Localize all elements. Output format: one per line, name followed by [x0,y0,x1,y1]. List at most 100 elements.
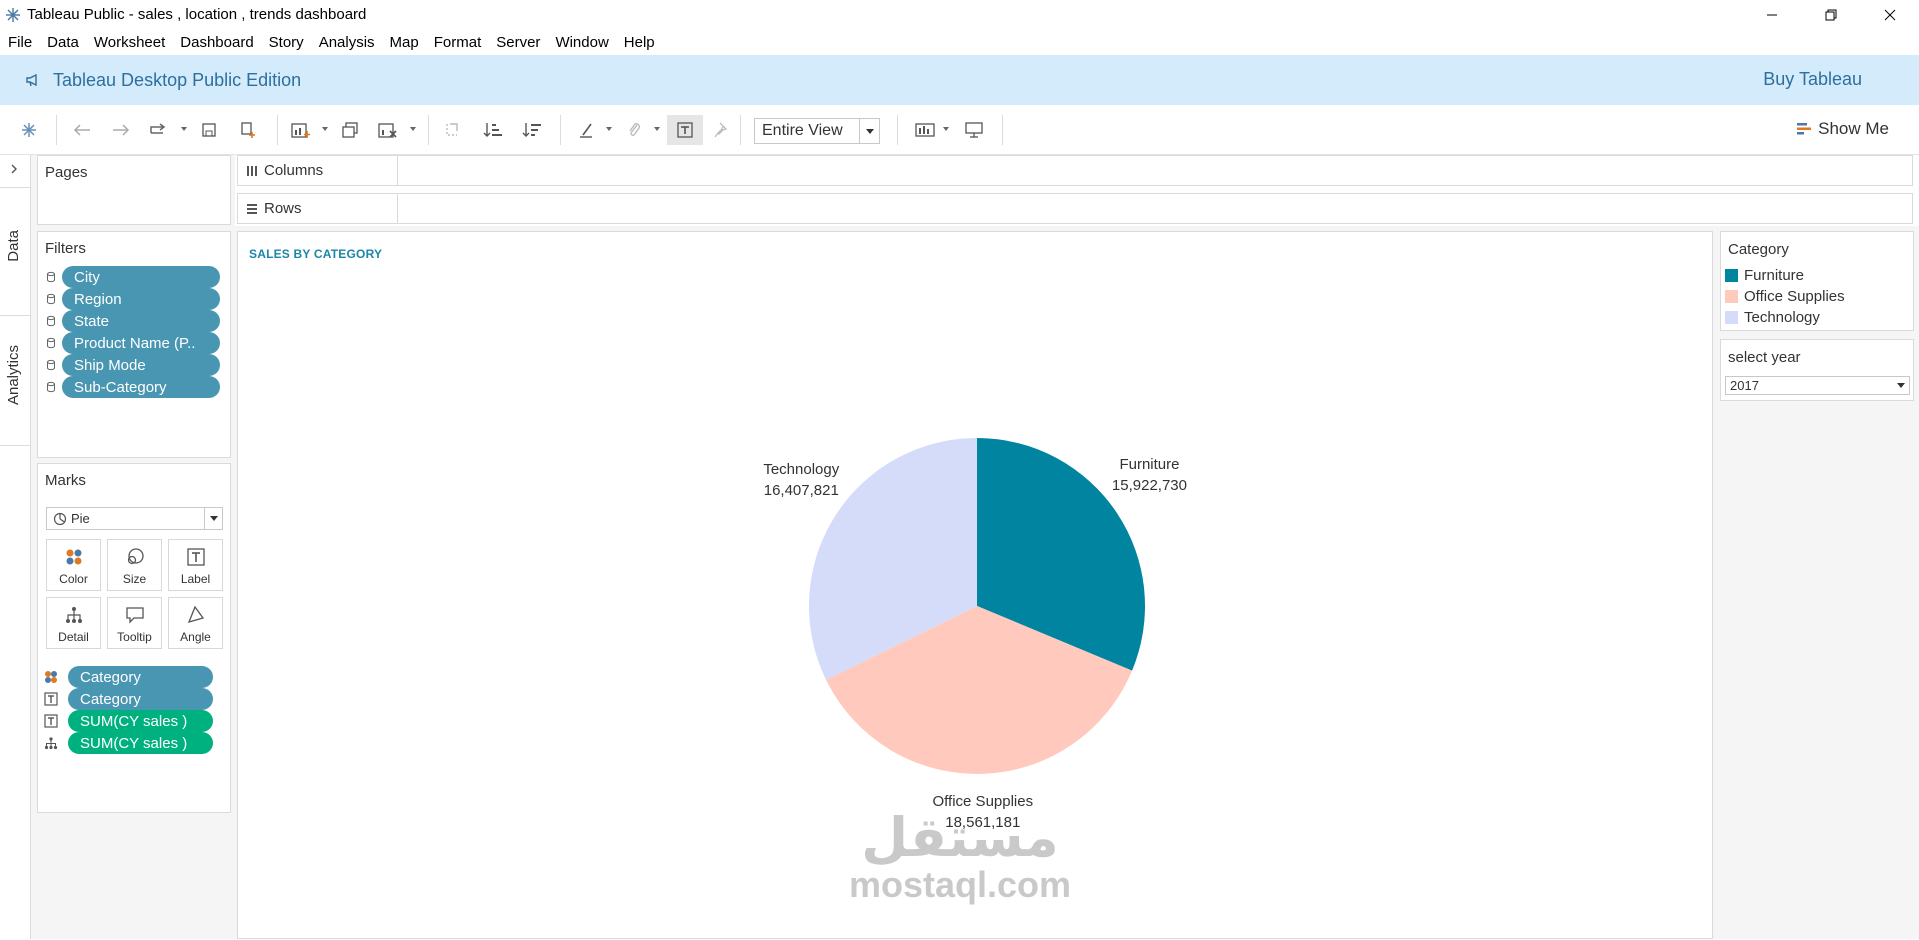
restore-icon [1825,9,1836,20]
label-label: Label [180,572,211,586]
color-button[interactable]: Color [46,539,101,591]
show-mark-labels-button[interactable] [667,115,703,145]
legend-label: Office Supplies [1744,288,1845,305]
legend-item[interactable]: Technology [1725,309,1820,326]
pages-title: Pages [45,164,88,181]
show-cards-button[interactable] [912,118,938,142]
redo-arrow-icon [150,123,166,134]
filter-pill[interactable]: Region [62,288,220,310]
columns-shelf[interactable]: Columns [237,155,1913,186]
filter-pill[interactable]: Product Name (P.. [62,332,220,354]
toolbar: Entire View Show Me [0,105,1919,155]
filter-pill[interactable]: State [62,310,220,332]
size-icon [127,548,144,565]
pie-icon [53,512,67,525]
menu-worksheet[interactable]: Worksheet [94,34,165,51]
tooltip-label: Tooltip [117,630,152,644]
mark-type-select[interactable]: Pie [46,507,223,530]
new-data-source-button[interactable] [236,118,260,142]
duplicate-sheet-button[interactable] [338,118,362,142]
new-worksheet-icon [291,123,310,138]
restore-button[interactable] [1801,0,1860,29]
tableau-home-button[interactable] [17,118,41,142]
fit-select[interactable]: Entire View [754,118,880,144]
filter-pill[interactable]: City [62,266,220,288]
menu-data[interactable]: Data [47,34,79,51]
presentation-mode-button[interactable] [961,118,987,142]
marks-field-pill[interactable]: SUM(CY sales ) [68,732,213,754]
marks-field-pill[interactable]: SUM(CY sales ) [68,710,213,732]
group-members-button[interactable] [622,118,646,142]
menu-server[interactable]: Server [496,34,540,51]
rows-icon [247,203,257,214]
pin-icon [714,122,728,138]
buy-tableau-link[interactable]: Buy Tableau [1763,69,1862,90]
legend-item[interactable]: Office Supplies [1725,288,1845,305]
size-label: Size [122,572,147,586]
sort-ascending-button[interactable] [481,118,505,142]
filters-title: Filters [45,240,86,257]
arrow-left-icon [73,124,90,136]
menu-format[interactable]: Format [434,34,482,51]
group-dropdown[interactable] [654,127,660,131]
replay-dropdown[interactable] [181,127,187,131]
fix-axes-button[interactable] [710,118,734,142]
show-cards-dropdown[interactable] [943,127,949,131]
clear-sheet-button[interactable] [376,118,400,142]
year-select-value: 2017 [1730,378,1759,393]
filter-pill[interactable]: Ship Mode [62,354,220,376]
close-button[interactable] [1860,0,1919,29]
label-button[interactable]: Label [168,539,223,591]
replay-button[interactable] [146,118,170,142]
highlight-dropdown[interactable] [606,127,612,131]
database-icon [43,291,59,307]
show-me-icon [1797,123,1812,135]
window-title: Tableau Public - sales , location , tren… [27,6,367,23]
marks-card: Marks Pie Color Size Label Detail Toolti… [37,463,231,813]
menu-file[interactable]: File [8,34,32,51]
detail-button[interactable]: Detail [46,597,101,649]
new-worksheet-dropdown[interactable] [322,127,328,131]
swap-rows-columns-button[interactable] [440,118,464,142]
size-button[interactable]: Size [107,539,162,591]
database-icon [43,379,59,395]
clear-sheet-dropdown[interactable] [410,127,416,131]
color-label: Color [59,572,88,586]
marks-field-pill[interactable]: Category [68,666,213,688]
minimize-button[interactable] [1742,0,1801,29]
fit-select-value: Entire View [762,122,843,139]
year-select[interactable]: 2017 [1725,376,1910,395]
rows-label: Rows [264,200,302,217]
undo-button[interactable] [70,118,94,142]
color-icon [43,669,59,685]
highlight-button[interactable] [575,118,599,142]
arrow-right-icon [113,124,130,136]
rows-shelf[interactable]: Rows [237,193,1913,224]
marks-field-pill[interactable]: Category [68,688,213,710]
menu-dashboard[interactable]: Dashboard [180,34,253,51]
filter-pill[interactable]: Sub-Category [62,376,220,398]
tooltip-button[interactable]: Tooltip [107,597,162,649]
sort-descending-button[interactable] [520,118,544,142]
chevron-down-icon [204,508,222,529]
save-button[interactable] [197,118,221,142]
menu-analysis[interactable]: Analysis [319,34,375,51]
menu-help[interactable]: Help [624,34,655,51]
filters-shelf[interactable]: Filters City Region State Product Name (P..… [37,231,231,458]
menu-window[interactable]: Window [555,34,608,51]
angle-icon [187,605,204,623]
new-worksheet-button[interactable] [289,118,313,142]
pages-shelf[interactable]: Pages [37,155,231,225]
show-me-button[interactable]: Show Me [1796,119,1889,139]
chevron-right-icon[interactable] [9,163,19,175]
angle-button[interactable]: Angle [168,597,223,649]
columns-icon [247,165,257,176]
menu-map[interactable]: Map [390,34,419,51]
menu-story[interactable]: Story [269,34,304,51]
pie-value-label: 16,407,821 [763,482,839,500]
redo-button[interactable] [109,118,133,142]
tableau-home-icon [22,123,36,137]
legend-item[interactable]: Furniture [1725,267,1804,284]
tab-data[interactable]: Data [5,230,22,262]
tab-analytics[interactable]: Analytics [5,345,22,405]
